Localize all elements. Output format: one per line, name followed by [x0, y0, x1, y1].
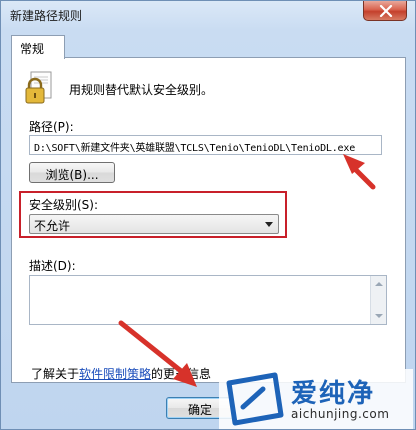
browse-button[interactable]: 浏览(B)...: [29, 162, 115, 183]
brand-logo-icon: [226, 372, 284, 426]
security-level-select[interactable]: 不允许: [29, 214, 279, 234]
lock-document-icon: [25, 71, 52, 104]
path-input[interactable]: D:\SOFT\新建文件夹\英雄联盟\TCLS\Tenio\TenioDL\Te…: [29, 135, 382, 155]
watermark: 爱纯净 aichunjing.com: [219, 369, 413, 429]
security-level-value: 不允许: [34, 219, 71, 233]
learn-more-text: 了解关于软件限制策略的更多信息: [31, 365, 211, 382]
learn-more-suffix: 的更多信息: [151, 367, 212, 381]
close-icon: [379, 5, 393, 17]
description-textarea[interactable]: [29, 275, 387, 325]
description-scrollbar[interactable]: [370, 276, 386, 324]
scroll-down-icon[interactable]: [375, 314, 383, 318]
path-label: 路径(P):: [29, 120, 74, 134]
software-restriction-policy-link[interactable]: 软件限制策略: [79, 367, 151, 381]
close-button[interactable]: [363, 1, 407, 21]
scroll-up-icon[interactable]: [375, 282, 383, 286]
description-label: 描述(D):: [29, 259, 76, 273]
dialog-window: 新建路径规则 常规 用规则替代默认安全级别。 路径(P): D:\SOFT\新建…: [0, 0, 416, 430]
tab-general[interactable]: 常规: [11, 35, 65, 59]
watermark-brand-text: 爱纯净: [291, 379, 376, 409]
learn-more-prefix: 了解关于: [31, 367, 80, 381]
window-title: 新建路径规则: [10, 9, 83, 23]
rule-description-text: 用规则替代默认安全级别。: [69, 83, 214, 97]
watermark-url: aichunjing.com: [291, 407, 390, 421]
security-level-label: 安全级别(S):: [29, 198, 99, 212]
chevron-down-icon: [265, 222, 273, 227]
